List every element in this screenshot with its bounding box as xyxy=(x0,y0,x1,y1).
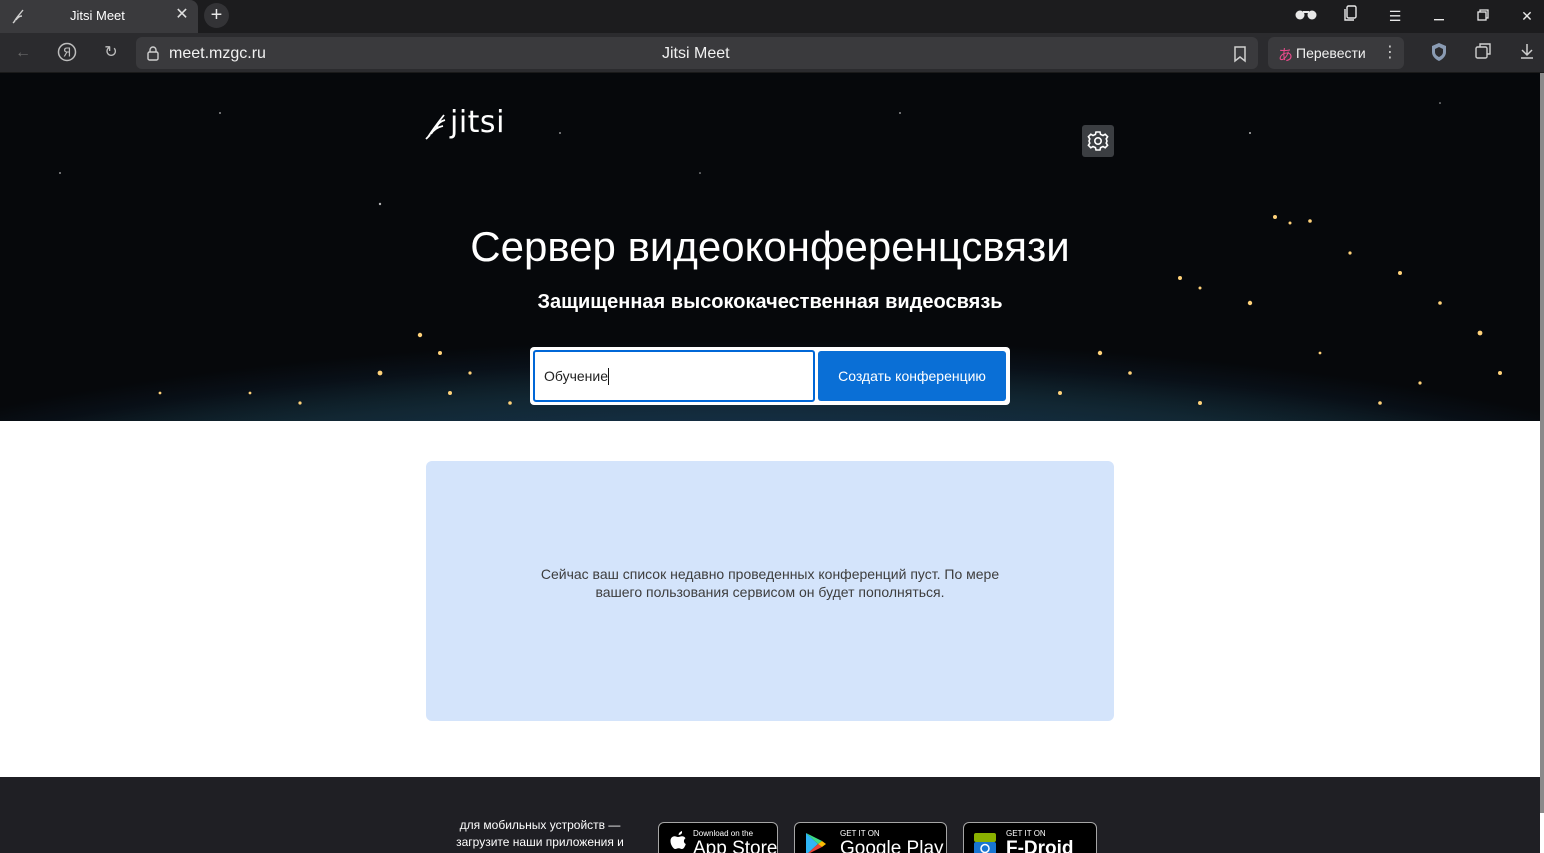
browser-tabbar: Jitsi Meet ✕ + ☰ ✕ xyxy=(0,0,1544,33)
url-text: meet.mzgc.ru xyxy=(169,45,266,62)
fdroid-small-text: GET IT ON xyxy=(1006,829,1046,838)
mobile-apps-footer: для мобильных устройств — загрузите наши… xyxy=(0,777,1540,853)
back-icon[interactable]: ← xyxy=(11,42,35,64)
appstore-small-text: Download on the xyxy=(693,829,754,838)
translate-more-icon[interactable]: ⋮ xyxy=(1382,42,1398,62)
hero-title: Сервер видеоконференцсвязи xyxy=(470,223,1070,270)
downloads-icon[interactable] xyxy=(1516,42,1538,64)
hero-section: jitsi Сервер видеоконференцсвязи Защищен… xyxy=(0,73,1540,421)
settings-button[interactable] xyxy=(1082,125,1114,157)
googleplay-big-text: Google Play xyxy=(840,838,944,853)
reading-mode-icon[interactable] xyxy=(1294,5,1318,27)
google-play-icon xyxy=(805,832,827,853)
google-play-badge[interactable]: GET IT ON Google Play xyxy=(794,822,947,853)
browser-addressbar: ← Я ↻ meet.mzgc.ru Jitsi Meet あ Перевест… xyxy=(0,33,1544,73)
address-field[interactable]: meet.mzgc.ru Jitsi Meet xyxy=(136,37,1258,69)
app-store-badge[interactable]: Download on the App Store xyxy=(658,822,778,853)
bookmark-icon[interactable] xyxy=(1232,45,1248,63)
gear-icon xyxy=(1087,131,1109,151)
enter-room-form: Создать конференцию xyxy=(530,347,1010,405)
tab-title: Jitsi Meet xyxy=(70,8,125,23)
mobile-apps-text: для мобильных устройств — загрузите наши… xyxy=(456,818,624,849)
jitsi-logo-icon xyxy=(424,107,448,141)
menu-icon[interactable]: ☰ xyxy=(1383,5,1407,27)
logo-text: jitsi xyxy=(450,105,505,140)
extensions-icon[interactable] xyxy=(1472,42,1494,64)
recent-meetings-panel: Сейчас ваш список недавно проведенных ко… xyxy=(426,461,1114,721)
appstore-big-text: App Store xyxy=(693,838,778,853)
collections-icon[interactable] xyxy=(1339,5,1363,27)
text-caret xyxy=(608,368,609,385)
room-name-input[interactable] xyxy=(533,350,815,402)
recent-empty-message: Сейчас ваш список недавно проведенных ко… xyxy=(540,566,1000,600)
close-window-icon[interactable]: ✕ xyxy=(1515,5,1539,27)
reload-icon[interactable]: ↻ xyxy=(99,42,123,64)
translate-icon: あ xyxy=(1278,47,1294,64)
translate-button[interactable]: あ Перевести ⋮ xyxy=(1268,37,1404,69)
tab-close-icon[interactable]: ✕ xyxy=(174,6,190,24)
jitsi-logo[interactable]: jitsi xyxy=(424,105,505,141)
browser-tab[interactable]: Jitsi Meet ✕ xyxy=(0,0,198,33)
translate-label: Перевести xyxy=(1296,45,1366,61)
page-scrollbar[interactable] xyxy=(1540,73,1544,813)
svg-text:Я: Я xyxy=(63,46,71,60)
f-droid-icon xyxy=(972,830,998,853)
protect-shield-icon[interactable] xyxy=(1428,42,1450,64)
create-conference-button[interactable]: Создать конференцию xyxy=(818,351,1006,401)
googleplay-small-text: GET IT ON xyxy=(840,829,880,838)
address-page-title: Jitsi Meet xyxy=(662,45,730,62)
jitsi-favicon-icon xyxy=(11,7,25,25)
f-droid-badge[interactable]: GET IT ON F-Droid xyxy=(963,822,1097,853)
restore-icon[interactable] xyxy=(1471,5,1495,27)
fdroid-big-text: F-Droid xyxy=(1006,838,1074,853)
apple-icon xyxy=(669,831,687,853)
yandex-icon[interactable]: Я xyxy=(55,42,79,64)
new-tab-button[interactable]: + xyxy=(204,3,229,28)
minimize-icon[interactable] xyxy=(1427,5,1451,27)
lock-icon xyxy=(146,45,160,61)
hero-subtitle: Защищенная высококачественная видеосвязь xyxy=(537,291,1003,313)
